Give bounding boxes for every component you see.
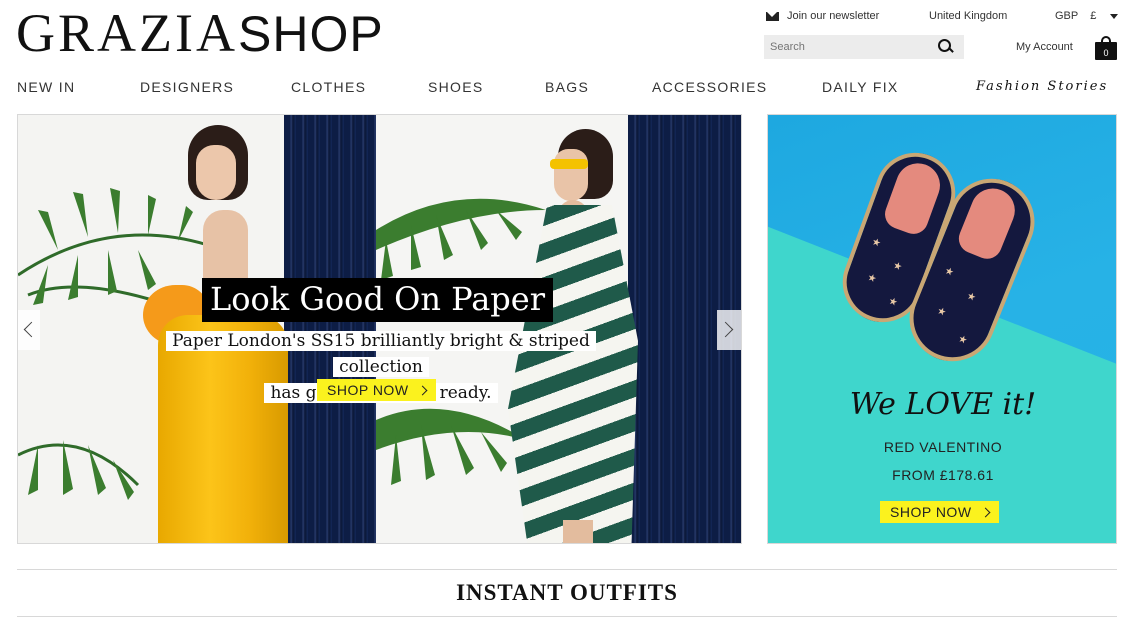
newsletter-link[interactable]: Join our newsletter bbox=[766, 10, 879, 22]
search-input[interactable] bbox=[764, 41, 934, 53]
yellow-sunglasses bbox=[550, 159, 588, 169]
promo-title: We LOVE it! bbox=[849, 387, 1037, 422]
section-divider-bottom bbox=[17, 616, 1117, 617]
model-legs-right bbox=[563, 520, 593, 543]
main-nav: NEW IN DESIGNERS CLOTHES SHOES BAGS ACCE… bbox=[17, 79, 1118, 97]
nav-fashion-stories[interactable]: Fashion Stories bbox=[976, 79, 1108, 94]
chevron-right-icon bbox=[417, 385, 427, 395]
promo-price: FROM £178.61 bbox=[892, 467, 994, 483]
promo-shop-now-button[interactable]: SHOP NOW bbox=[880, 501, 999, 523]
hero-carousel[interactable]: Look Good On Paper Paper London's SS15 b… bbox=[17, 114, 742, 544]
country-selector[interactable]: United Kingdom bbox=[929, 10, 1007, 22]
hero-title: Look Good On Paper bbox=[202, 278, 553, 322]
newsletter-label: Join our newsletter bbox=[787, 10, 880, 22]
hero-subtitle-line1: Paper London's SS15 brilliantly bright &… bbox=[166, 331, 596, 377]
my-account-link[interactable]: My Account bbox=[1016, 41, 1073, 53]
promo-banner[interactable]: ★ ★ ★ ★ ★ ★ ★ ★ We LOVE it! RED VALENTIN… bbox=[767, 114, 1117, 544]
currency-selector[interactable]: GBP £ bbox=[1055, 10, 1119, 22]
logo-grazia: GRAZIA bbox=[16, 3, 238, 63]
section-title: INSTANT OUTFITS bbox=[456, 580, 678, 605]
section-divider-top bbox=[17, 569, 1117, 570]
chevron-right-icon bbox=[980, 507, 990, 517]
shopping-bag-icon[interactable]: 0 bbox=[1095, 36, 1117, 60]
currency-code: GBP bbox=[1055, 10, 1079, 22]
search-box bbox=[764, 35, 964, 59]
nav-accessories[interactable]: ACCESSORIES bbox=[652, 79, 767, 95]
nav-new-in[interactable]: NEW IN bbox=[17, 79, 75, 95]
promo-brand: RED VALENTINO bbox=[883, 439, 1003, 455]
chevron-down-icon bbox=[1110, 13, 1119, 19]
nav-shoes[interactable]: SHOES bbox=[428, 79, 484, 95]
hero-shop-now-button[interactable]: SHOP NOW bbox=[317, 379, 436, 401]
hero-shop-now-label: SHOP NOW bbox=[327, 382, 409, 398]
carousel-prev-button[interactable] bbox=[18, 310, 40, 350]
nav-designers[interactable]: DESIGNERS bbox=[140, 79, 234, 95]
nav-clothes[interactable]: CLOTHES bbox=[291, 79, 366, 95]
nav-daily-fix[interactable]: DAILY FIX bbox=[822, 79, 899, 95]
nav-bags[interactable]: BAGS bbox=[545, 79, 589, 95]
bag-count: 0 bbox=[1103, 48, 1109, 58]
logo-shop: SHOP bbox=[237, 6, 384, 62]
utility-bar: Join our newsletter United Kingdom GBP £ bbox=[766, 10, 1120, 26]
search-icon[interactable] bbox=[936, 37, 956, 57]
promo-shop-now-label: SHOP NOW bbox=[890, 504, 972, 520]
model-face-left bbox=[196, 145, 236, 200]
currency-symbol: £ bbox=[1090, 10, 1097, 22]
grazia-shop-logo[interactable]: GRAZIA SHOP bbox=[16, 3, 384, 64]
mail-icon bbox=[766, 11, 779, 21]
model-face-right bbox=[554, 149, 588, 201]
carousel-next-button[interactable] bbox=[717, 310, 741, 350]
